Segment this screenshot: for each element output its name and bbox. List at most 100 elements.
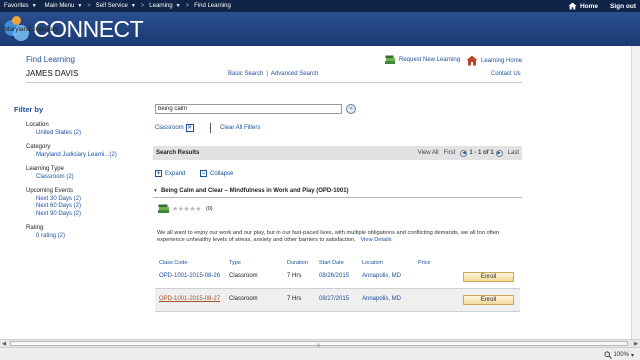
enroll-button[interactable]: Enroll xyxy=(463,295,514,305)
clear-all-filters-link[interactable]: Clear All Filters xyxy=(220,125,260,131)
filter-option[interactable]: 0 rating (2) xyxy=(26,233,65,241)
class-start-date: 08/27/2015 xyxy=(319,296,350,302)
home-link[interactable]: Home xyxy=(568,2,598,10)
home-label: Home xyxy=(579,2,598,10)
home-icon xyxy=(568,2,577,10)
search-results-header: Search Results View All First ◀ 1 - 1 of… xyxy=(153,146,522,160)
last-page-link[interactable]: Last xyxy=(508,150,519,156)
filter-by-heading: Filter by xyxy=(14,105,44,114)
find-learning-crumb-label: Find Learning xyxy=(194,3,231,9)
filter-option[interactable]: Classroom (2) xyxy=(26,174,74,182)
advanced-search-link[interactable]: Advanced Search xyxy=(271,71,318,77)
class-start-date: 08/26/2015 xyxy=(319,273,350,279)
learning-menu[interactable]: Learning ▼ xyxy=(145,3,184,9)
page-range: 1 - 1 of 1 xyxy=(469,150,494,156)
filter-group-category: Category Maryland Judiciary Learni...(2) xyxy=(26,144,117,159)
breadcrumb-find-learning[interactable]: Find Learning xyxy=(190,3,235,9)
view-details-link[interactable]: View Details xyxy=(360,237,391,243)
collapse-icon: − xyxy=(200,170,207,177)
filter-heading: Learning Type xyxy=(26,166,64,172)
filter-separator xyxy=(210,123,211,133)
filter-heading: Location xyxy=(26,122,49,128)
enroll-button[interactable]: Enroll xyxy=(463,272,514,282)
chevron-down-icon: ▼ xyxy=(130,3,136,9)
filter-group-learning-type: Learning Type Classroom (2) xyxy=(26,166,74,181)
next-page-icon[interactable]: ▶ xyxy=(495,149,503,157)
filter-heading: Upcoming Events xyxy=(26,188,74,194)
class-duration: 7 Hrs xyxy=(287,296,302,302)
class-location-link[interactable]: Annapolis, MD xyxy=(362,296,401,302)
sign-out-link[interactable]: Sign out xyxy=(610,3,636,10)
page-range-group: ◀ 1 - 1 of 1 ▶ xyxy=(460,149,503,157)
scroll-left-icon[interactable]: ◀ xyxy=(0,340,8,347)
class-location-link[interactable]: Annapolis, MD xyxy=(362,273,401,279)
search-mode-links: Basic Search | Advanced Search xyxy=(228,71,318,77)
user-name: JAMES DAVIS xyxy=(26,69,79,78)
filter-option[interactable]: United States (2) xyxy=(26,130,81,138)
contact-us-link[interactable]: Contact Us xyxy=(491,71,521,77)
rating-count: (0) xyxy=(205,206,213,212)
filter-option[interactable]: Next 60 Days (2) xyxy=(26,203,81,211)
favorites-label: Favorites xyxy=(4,3,29,9)
double-chevron-right-icon: » xyxy=(349,106,353,112)
filter-option[interactable]: Next 30 Days (2) xyxy=(26,196,81,204)
search-results-title: Search Results xyxy=(156,150,200,156)
first-page-link[interactable]: First xyxy=(444,150,456,156)
request-new-learning-label: Request New Learning xyxy=(399,57,461,63)
books-icon xyxy=(385,55,395,64)
zoom-control[interactable]: 100% ▾ xyxy=(604,351,634,359)
pagination: View All First ◀ 1 - 1 of 1 ▶ Last xyxy=(418,146,519,160)
class-code-link[interactable]: OPD-1001-2015-08-26 xyxy=(159,273,220,279)
filter-group-rating: Rating 0 rating (2) xyxy=(26,225,65,240)
main-menu-label: Main Menu xyxy=(44,3,75,9)
browser-status-bar: 100% ▾ xyxy=(0,347,640,360)
course-rating: ★★★★★ (0) xyxy=(157,204,213,214)
filter-heading: Category xyxy=(26,144,51,150)
favorites-menu[interactable]: Favorites ▼ xyxy=(0,3,41,9)
link-separator: | xyxy=(266,71,268,77)
top-nav-bar: Favorites ▼ Main Menu ▼ > Self Service ▼… xyxy=(0,0,640,12)
title-divider xyxy=(26,82,522,83)
class-type: Classroom xyxy=(229,296,258,302)
previous-page-icon[interactable]: ◀ xyxy=(460,149,468,157)
active-filter-label: Classroom xyxy=(155,125,184,131)
collapse-all-button[interactable]: − Collapse xyxy=(200,170,233,177)
main-menu[interactable]: Main Menu ▼ xyxy=(41,3,87,9)
course-title-toggle[interactable]: ▼ Being Calm and Clear – Mindfulness in … xyxy=(153,186,522,195)
learning-home-label: Learning Home xyxy=(481,57,523,64)
page-title: Find Learning xyxy=(26,55,75,64)
magnifier-icon xyxy=(604,351,612,359)
star-rating-icon[interactable]: ★★★★★ xyxy=(172,205,201,213)
view-all-link[interactable]: View All xyxy=(418,150,439,156)
filter-option[interactable]: Maryland Judiciary Learni...(2) xyxy=(26,152,117,160)
header-banner: CONNECT Maryland Judiciary xyxy=(0,12,640,46)
class-type: Classroom xyxy=(229,273,258,279)
request-new-learning-link[interactable]: Request New Learning xyxy=(384,55,460,65)
scroll-right-icon[interactable]: ▶ xyxy=(632,340,640,347)
chevron-down-icon: ▼ xyxy=(77,3,83,9)
class-duration: 7 Hrs xyxy=(287,273,302,279)
learning-home-link[interactable]: Learning Home xyxy=(466,55,522,66)
scrollbar-thumb[interactable]: ||| xyxy=(10,341,628,347)
row-divider xyxy=(155,311,520,312)
books-icon xyxy=(158,204,169,213)
vertical-scrollbar[interactable] xyxy=(631,46,640,339)
filter-group-location: Location United States (2) xyxy=(26,122,81,137)
basic-search-link[interactable]: Basic Search xyxy=(228,71,263,77)
expand-label: Expand xyxy=(165,170,186,177)
expand-all-button[interactable]: + Expand xyxy=(155,170,185,177)
learning-label: Learning xyxy=(149,3,173,9)
self-service-label: Self Service xyxy=(95,3,128,9)
search-input[interactable] xyxy=(155,104,342,114)
remove-filter-icon[interactable]: ✕ xyxy=(185,124,194,132)
filter-option[interactable]: Next 90 Days (2) xyxy=(26,211,81,219)
course-description: We all want to enjoy our work and our pl… xyxy=(157,230,515,245)
course-title: Being Calm and Clear – Mindfulness in Wo… xyxy=(160,187,349,194)
self-service-menu[interactable]: Self Service ▼ xyxy=(92,3,140,9)
active-filter-chip: Classroom ✕ xyxy=(155,124,194,132)
chevron-down-icon: ▼ xyxy=(175,3,181,9)
search-go-button[interactable]: » xyxy=(346,104,356,114)
course-divider xyxy=(153,197,522,198)
class-code-link[interactable]: OPD-1001-2015-08-27 xyxy=(159,296,220,302)
horizontal-scrollbar[interactable]: ◀ ||| ▶ xyxy=(0,339,640,347)
